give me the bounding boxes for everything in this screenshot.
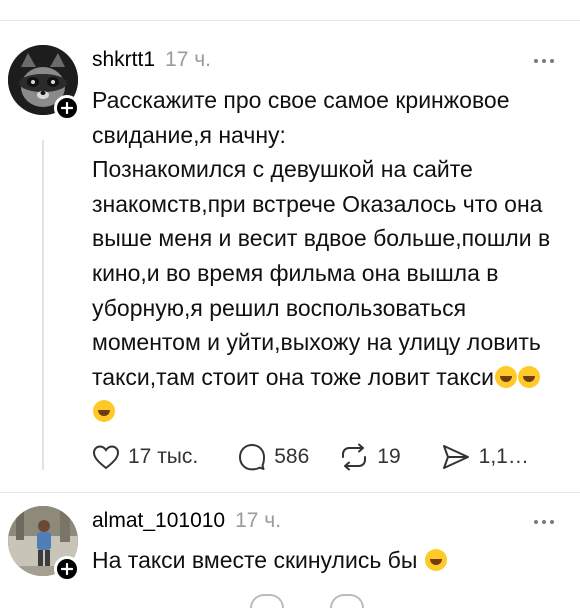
share-icon xyxy=(442,445,469,469)
repost-button[interactable]: 19 xyxy=(339,443,401,471)
reply-count: 586 xyxy=(274,445,310,468)
more-icon[interactable] xyxy=(534,520,554,524)
top-divider xyxy=(0,20,580,21)
like-button[interactable]: 17 тыс. xyxy=(92,444,198,470)
post-header: shkrtt1 17 ч. xyxy=(92,48,211,72)
avatar-container[interactable] xyxy=(8,506,80,582)
post-header: almat_101010 17 ч. xyxy=(92,509,281,533)
thread-line xyxy=(42,140,44,470)
follow-button[interactable] xyxy=(54,556,80,582)
share-button[interactable]: 1,1… xyxy=(441,443,529,471)
post-actions: 17 тыс. 586 19 1,1… xyxy=(92,443,529,471)
repost-icon xyxy=(342,443,367,471)
follow-button[interactable] xyxy=(54,95,80,121)
avatar-container[interactable] xyxy=(8,45,80,121)
heart-icon xyxy=(92,445,120,470)
timestamp: 17 ч. xyxy=(165,48,211,71)
timestamp: 17 ч. xyxy=(235,509,282,532)
post-text: На такси вместе скинулись бы xyxy=(92,543,562,578)
partial-icon xyxy=(250,594,284,608)
username[interactable]: shkrtt1 xyxy=(92,48,155,72)
partial-icon xyxy=(330,594,364,608)
share-count: 1,1… xyxy=(478,445,529,468)
repost-count: 19 xyxy=(377,445,401,468)
more-icon[interactable] xyxy=(534,59,554,63)
plus-icon xyxy=(61,563,73,575)
laugh-emoji xyxy=(424,547,447,573)
comment-icon xyxy=(239,444,266,471)
like-count: 17 тыс. xyxy=(128,445,199,468)
post-divider xyxy=(0,492,580,493)
username[interactable]: almat_101010 xyxy=(92,509,225,533)
reply-button[interactable]: 586 xyxy=(238,443,309,471)
plus-icon xyxy=(61,102,73,114)
post-text: Расскажите про свое самое кринжовое свид… xyxy=(92,83,562,429)
